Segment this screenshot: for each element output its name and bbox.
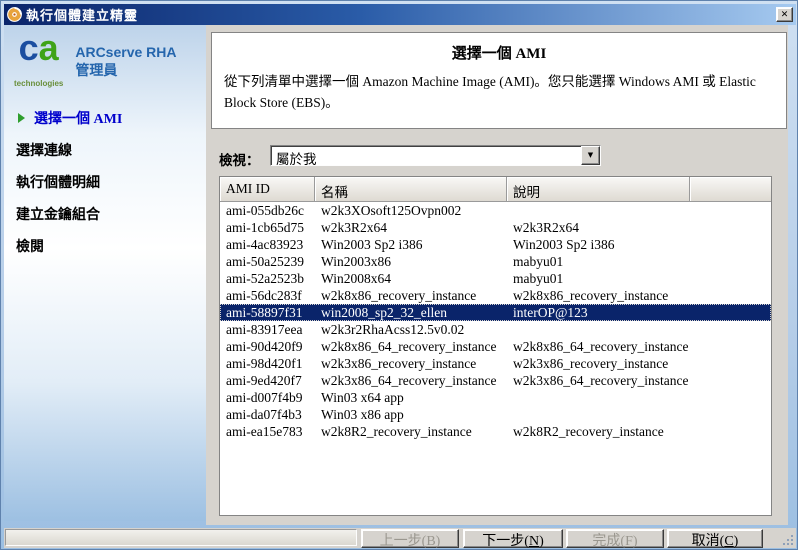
ami-name-cell: Win2008x64: [321, 271, 391, 286]
ami-id-cell: ami-ea15e783: [226, 424, 303, 439]
table-row[interactable]: ami-ea15e783 w2k8R2_recovery_instance w2k8…: [220, 423, 771, 440]
ami-id-cell: ami-da07f4b3: [226, 407, 302, 422]
ami-id-cell: ami-83917eea: [226, 322, 303, 337]
ca-technologies-logo: ca technologies: [14, 27, 64, 89]
sidebar: ca technologies ARCserve RHA 管理員 選擇一個 AM…: [4, 25, 206, 521]
ami-id-cell: ami-56dc283f: [226, 288, 302, 303]
table-row[interactable]: ami-d007f4b9 Win03 x64 app: [220, 389, 771, 406]
active-step-arrow-icon: [18, 113, 25, 123]
table-row[interactable]: ami-da07f4b3 Win03 x86 app: [220, 406, 771, 423]
ami-name-cell: w2k3XOsoft125Ovpn002: [321, 203, 462, 218]
ami-name-cell: w2k8R2_recovery_instance: [321, 424, 472, 439]
sidebar-step: 選擇連線: [16, 144, 72, 159]
ami-desc-cell: mabyu01: [513, 271, 564, 286]
ami-name-cell: w2k3x86_64_recovery_instance: [321, 373, 497, 388]
ami-desc-cell: w2k3R2x64: [513, 220, 580, 235]
ami-id-cell: ami-1cb65d75: [226, 220, 304, 235]
table-row[interactable]: ami-1cb65d75 w2k3R2x64 w2k3R2x64: [220, 219, 771, 236]
table-row[interactable]: ami-58897f31 win2008_sp2_32_ellen interOP@…: [220, 304, 771, 321]
ami-name-cell: Win2003 Sp2 i386: [321, 237, 423, 252]
finish-button: 完成(F): [566, 529, 664, 549]
table-body: ami-055db26c w2k3XOsoft125Ovpn002 ami-1cb6…: [220, 202, 771, 515]
header-panel: 選擇一個 AMI 從下列清單中選擇一個 Amazon Machine Image…: [211, 32, 787, 129]
ami-id-cell: ami-9ed420f7: [226, 373, 302, 388]
ami-id-cell: ami-52a2523b: [226, 271, 304, 286]
resize-grip[interactable]: [781, 533, 795, 547]
column-header[interactable]: [690, 177, 771, 202]
titlebar: 執行個體建立精靈 ✕: [4, 4, 796, 25]
ami-id-cell: ami-90d420f9: [226, 339, 303, 354]
ami-desc-cell: w2k3x86_64_recovery_instance: [513, 373, 689, 388]
sidebar-step: 檢閱: [16, 240, 44, 255]
sidebar-step: 執行個體明細: [16, 176, 100, 191]
product-name: ARCserve RHA 管理員: [75, 44, 177, 78]
status-strip: [5, 529, 357, 546]
sidebar-step: 建立金鑰組合: [16, 208, 100, 223]
ami-id-cell: ami-d007f4b9: [226, 390, 303, 405]
ami-name-cell: w2k8x86_64_recovery_instance: [321, 339, 497, 354]
ami-desc-cell: [507, 389, 690, 406]
ami-name-cell: w2k3r2RhaAcss12.5v0.02: [321, 322, 465, 337]
ami-id-cell: ami-4ac83923: [226, 237, 304, 252]
ami-name-cell: Win2003x86: [321, 254, 391, 269]
ami-desc-cell: w2k8x86_recovery_instance: [513, 288, 669, 303]
ami-desc-cell: Win2003 Sp2 i386: [513, 237, 615, 252]
page-title: 選擇一個 AMI: [451, 46, 547, 62]
window-title: 執行個體建立精靈: [26, 8, 139, 23]
close-icon[interactable]: ✕: [776, 7, 793, 22]
wizard-steps: 選擇一個 AMI 選擇連線執行個體明細 建立金鑰組合 檢閱: [4, 102, 206, 262]
content-area: 選擇一個 AMI 從下列清單中選擇一個 Amazon Machine Image…: [206, 25, 788, 525]
ami-desc-cell: [507, 321, 690, 338]
ami-name-cell: Win03 x86 app: [321, 407, 404, 422]
ami-id-cell: ami-50a25239: [226, 254, 304, 269]
ami-name-cell: Win03 x64 app: [321, 390, 404, 405]
ami-id-cell: ami-58897f31: [226, 305, 303, 320]
ami-name-cell: win2008_sp2_32_ellen: [321, 305, 447, 320]
table-row[interactable]: ami-52a2523b Win2008x64 mabyu01: [220, 270, 771, 287]
column-header[interactable]: 名稱: [315, 177, 507, 202]
view-dropdown[interactable]: 屬於我 ▼: [270, 145, 601, 166]
table-row[interactable]: ami-90d420f9 w2k8x86_64_recovery_instance…: [220, 338, 771, 355]
column-header[interactable]: AMI ID: [220, 177, 315, 202]
cancel-button[interactable]: 取消(C): [667, 529, 763, 549]
ami-table: AMI ID 名稱 說明 ami-055db26c w2k3XOsoft125Ovpn…: [219, 176, 772, 516]
table-row[interactable]: ami-055db26c w2k3XOsoft125Ovpn002: [220, 202, 771, 219]
table-row[interactable]: ami-4ac83923 Win2003 Sp2 i386 Win2003 Sp2 …: [220, 236, 771, 253]
ami-desc-cell: w2k8R2_recovery_instance: [513, 424, 664, 439]
ami-desc-cell: [507, 202, 690, 219]
ami-name-cell: w2k3R2x64: [321, 220, 388, 235]
ami-name-cell: w2k8x86_recovery_instance: [321, 288, 477, 303]
bottom-bar: 上一步(B) 下一步(N) 完成(F) 取消(C): [4, 528, 796, 549]
table-row[interactable]: ami-50a25239 Win2003x86 mabyu01: [220, 253, 771, 270]
view-label: 檢視：: [219, 153, 260, 168]
column-header[interactable]: 說明: [507, 177, 690, 202]
back-button: 上一步(B): [361, 529, 459, 549]
page-description: 從下列清單中選擇一個 Amazon Machine Image (AMI)。您只…: [224, 74, 756, 110]
ami-desc-cell: [507, 406, 690, 423]
ami-desc-cell: w2k3x86_recovery_instance: [513, 356, 669, 371]
ami-desc-cell: w2k8x86_64_recovery_instance: [513, 339, 689, 354]
sidebar-step: 選擇一個 AMI: [4, 102, 206, 134]
table-row[interactable]: ami-9ed420f7 w2k3x86_64_recovery_instance…: [220, 372, 771, 389]
view-dropdown-value: 屬於我: [276, 152, 317, 165]
chevron-down-icon[interactable]: ▼: [581, 146, 600, 165]
table-row[interactable]: ami-98d420f1 w2k3x86_recovery_instance w2k…: [220, 355, 771, 372]
app-icon: [7, 7, 22, 22]
ami-desc-cell: interOP@123: [513, 305, 588, 320]
next-button[interactable]: 下一步(N): [463, 529, 563, 549]
table-row[interactable]: ami-56dc283f w2k8x86_recovery_instance w2k…: [220, 287, 771, 304]
wizard-window: 執行個體建立精靈 ✕ ca technologies ARCserve RHA …: [0, 0, 798, 550]
table-header: AMI ID 名稱 說明: [220, 177, 771, 202]
ami-id-cell: ami-98d420f1: [226, 356, 303, 371]
ami-desc-cell: mabyu01: [513, 254, 564, 269]
ami-name-cell: w2k3x86_recovery_instance: [321, 356, 477, 371]
table-row[interactable]: ami-83917eea w2k3r2RhaAcss12.5v0.02: [220, 321, 771, 338]
ami-id-cell: ami-055db26c: [226, 203, 304, 218]
